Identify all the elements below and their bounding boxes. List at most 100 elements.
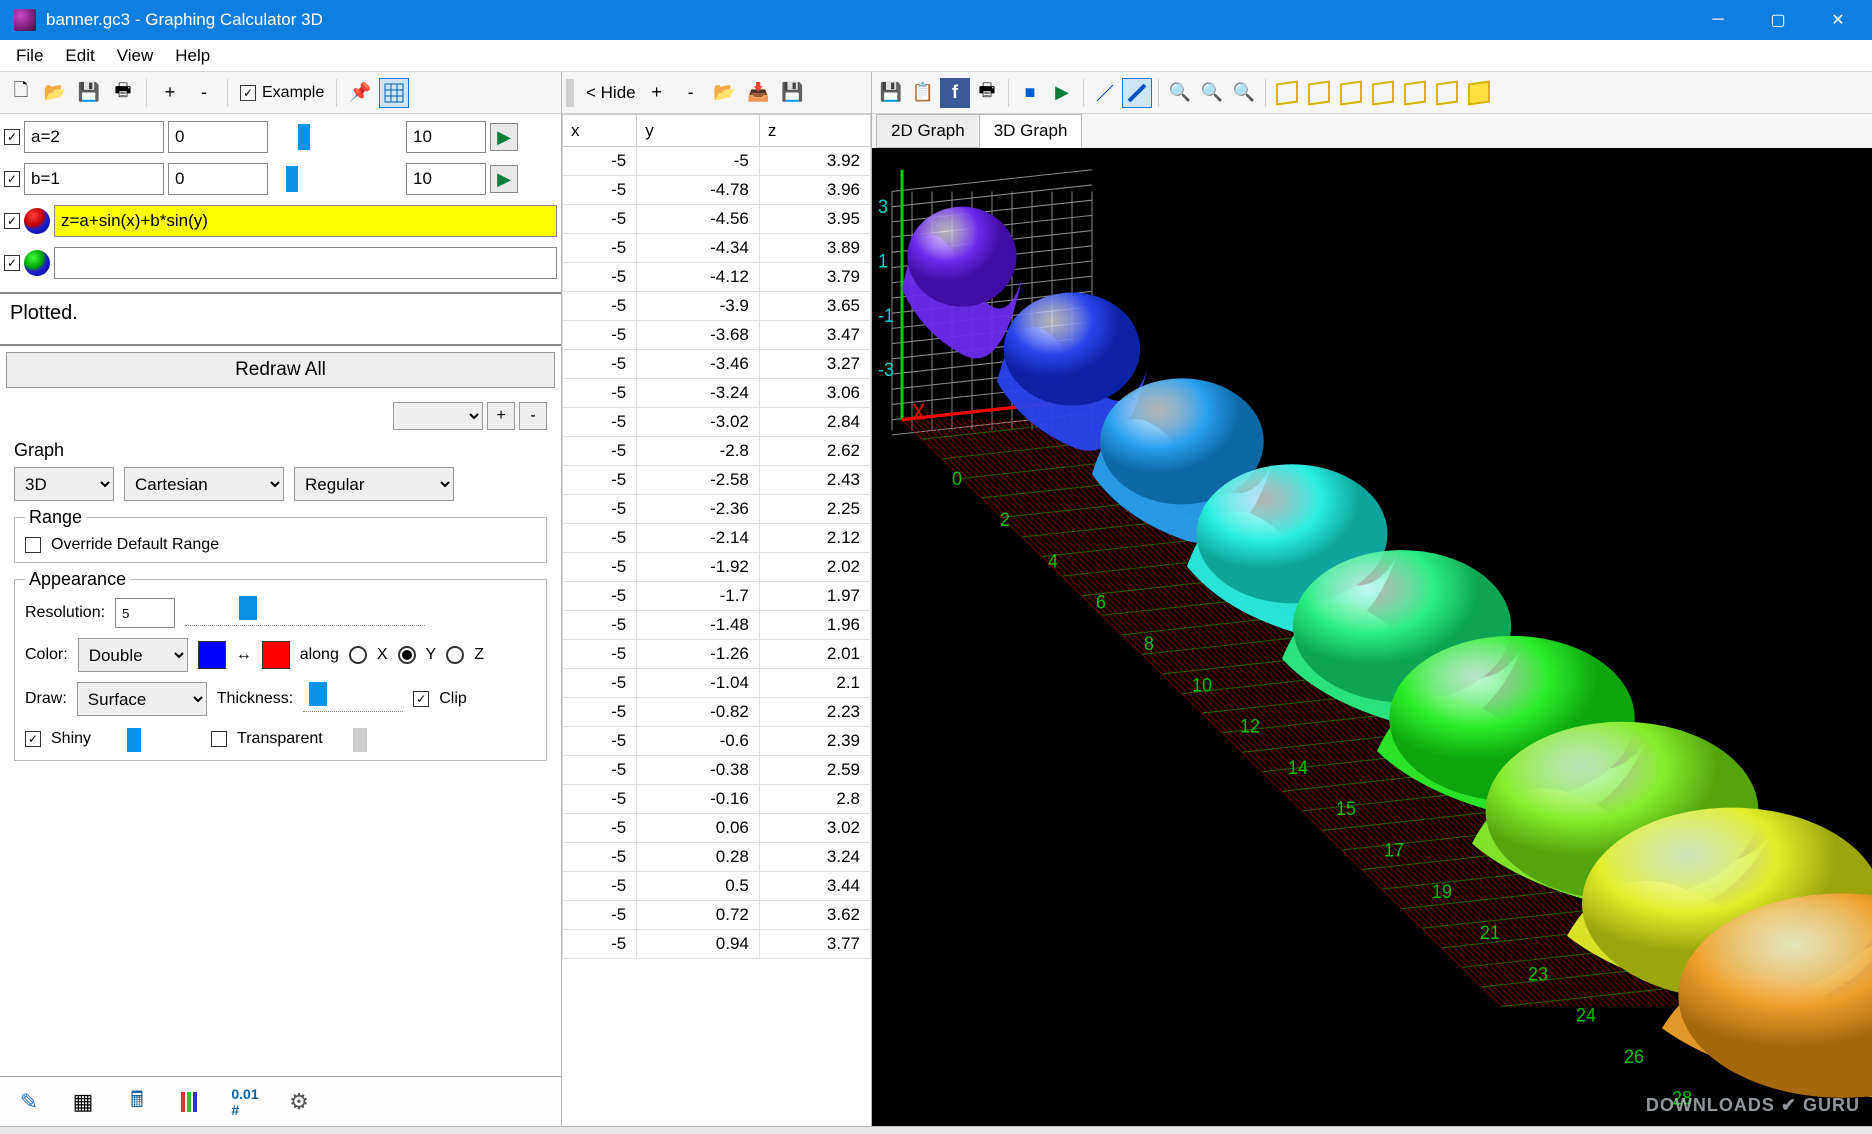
zoom-in-icon[interactable]: 🔍 <box>1197 78 1227 108</box>
view-cube-3-icon[interactable] <box>1336 78 1366 108</box>
view-cube-2-icon[interactable] <box>1304 78 1334 108</box>
equation-1-input[interactable] <box>54 205 557 237</box>
table-row[interactable]: -50.723.62 <box>563 901 871 930</box>
table-row[interactable]: -5-3.463.27 <box>563 350 871 379</box>
tab-3d[interactable]: 3D Graph <box>979 114 1083 148</box>
preset-remove-button[interactable]: - <box>519 402 547 430</box>
transparent-checkbox[interactable] <box>211 731 227 747</box>
table-row[interactable]: -5-4.343.89 <box>563 234 871 263</box>
preset-select[interactable] <box>393 402 483 430</box>
table-row[interactable]: -5-3.022.84 <box>563 408 871 437</box>
share-facebook-icon[interactable]: f <box>940 78 970 108</box>
preset-add-button[interactable]: + <box>487 402 515 430</box>
close-button[interactable]: ✕ <box>1808 1 1868 39</box>
redraw-all-button[interactable]: Redraw All <box>6 352 555 388</box>
print-view-icon[interactable]: 🖶 <box>972 78 1002 108</box>
print-icon[interactable]: 🖶 <box>108 78 138 108</box>
param-b-max[interactable] <box>406 163 486 195</box>
table-row[interactable]: -5-53.92 <box>563 147 871 176</box>
equation-1-color-icon[interactable] <box>24 208 50 234</box>
menu-view[interactable]: View <box>107 42 164 70</box>
calc-tool-icon[interactable]: 🖩 <box>122 1087 152 1117</box>
col-x[interactable]: x <box>563 115 637 147</box>
copy-image-icon[interactable]: 📋 <box>908 78 938 108</box>
table-row[interactable]: -5-1.71.97 <box>563 582 871 611</box>
table-row[interactable]: -5-0.62.39 <box>563 727 871 756</box>
tab-2d[interactable]: 2D Graph <box>876 114 980 148</box>
grid-icon[interactable] <box>379 78 409 108</box>
zoom-out-icon[interactable]: 🔍 <box>1229 78 1259 108</box>
data-table-wrap[interactable]: xyz -5-53.92-5-4.783.96-5-4.563.95-5-4.3… <box>562 114 871 1126</box>
col-z[interactable]: z <box>759 115 870 147</box>
play-icon[interactable]: ▶ <box>1047 78 1077 108</box>
line-thin-icon[interactable] <box>1090 78 1120 108</box>
view-cube-7-icon[interactable] <box>1464 78 1494 108</box>
clip-checkbox[interactable]: ✓ <box>413 691 429 707</box>
view-cube-5-icon[interactable] <box>1400 78 1430 108</box>
example-toggle[interactable]: ✓ Example <box>236 84 328 102</box>
palette-tool-icon[interactable] <box>176 1087 206 1117</box>
new-file-icon[interactable]: 🗋 <box>6 78 36 108</box>
table-row[interactable]: -5-0.822.23 <box>563 698 871 727</box>
view-cube-6-icon[interactable] <box>1432 78 1462 108</box>
drag-handle-icon[interactable] <box>566 79 574 107</box>
param-b-enable[interactable]: ✓ <box>4 171 20 187</box>
table-row[interactable]: -5-1.042.1 <box>563 669 871 698</box>
param-a-slider[interactable] <box>272 122 402 152</box>
line-thick-icon[interactable] <box>1122 78 1152 108</box>
along-y-radio[interactable] <box>398 646 416 664</box>
table-row[interactable]: -5-3.683.47 <box>563 321 871 350</box>
table-row[interactable]: -5-0.162.8 <box>563 785 871 814</box>
maximize-button[interactable]: ▢ <box>1748 1 1808 39</box>
save-file-icon[interactable]: 💾 <box>74 78 104 108</box>
save-image-icon[interactable]: 💾 <box>876 78 906 108</box>
table-row[interactable]: -50.063.02 <box>563 814 871 843</box>
param-b-name[interactable] <box>24 163 164 195</box>
table-row[interactable]: -5-1.262.01 <box>563 640 871 669</box>
transparent-slider[interactable] <box>333 726 413 752</box>
table-row[interactable]: -50.53.44 <box>563 872 871 901</box>
table-row[interactable]: -5-2.142.12 <box>563 524 871 553</box>
resolution-input[interactable] <box>115 598 175 628</box>
param-b-play-icon[interactable]: ▶ <box>490 165 518 193</box>
table-row[interactable]: -50.943.77 <box>563 930 871 959</box>
remove-equation-button[interactable]: - <box>189 78 219 108</box>
table-row[interactable]: -5-2.82.62 <box>563 437 871 466</box>
equation-1-enable[interactable]: ✓ <box>4 213 20 229</box>
settings-gear-icon[interactable]: ⚙ <box>284 1087 314 1117</box>
view-cube-4-icon[interactable] <box>1368 78 1398 108</box>
resolution-slider[interactable] <box>185 600 425 626</box>
menu-file[interactable]: File <box>6 42 53 70</box>
param-a-name[interactable] <box>24 121 164 153</box>
table-row[interactable]: -50.283.24 <box>563 843 871 872</box>
col-y[interactable]: y <box>637 115 760 147</box>
table-open-icon[interactable]: 📂 <box>710 78 740 108</box>
thickness-slider[interactable] <box>303 686 403 712</box>
table-add-button[interactable]: + <box>642 78 672 108</box>
table-import-icon[interactable]: 📥 <box>744 78 774 108</box>
param-a-max[interactable] <box>406 121 486 153</box>
table-save-icon[interactable]: 💾 <box>778 78 808 108</box>
minimize-button[interactable]: ─ <box>1688 1 1748 39</box>
shiny-slider[interactable] <box>101 726 181 752</box>
view-cube-1-icon[interactable] <box>1272 78 1302 108</box>
equation-2-input[interactable] <box>54 247 557 279</box>
param-b-slider[interactable] <box>272 164 402 194</box>
color-swatch-2[interactable] <box>262 641 290 669</box>
param-b-min[interactable] <box>168 163 268 195</box>
equation-2-enable[interactable]: ✓ <box>4 255 20 271</box>
open-file-icon[interactable]: 📂 <box>40 78 70 108</box>
menu-edit[interactable]: Edit <box>55 42 104 70</box>
zoom-fit-icon[interactable]: 🔍 <box>1165 78 1195 108</box>
param-a-enable[interactable]: ✓ <box>4 129 20 145</box>
table-row[interactable]: -5-4.783.96 <box>563 176 871 205</box>
table-remove-button[interactable]: - <box>676 78 706 108</box>
shiny-checkbox[interactable]: ✓ <box>25 731 41 747</box>
param-a-min[interactable] <box>168 121 268 153</box>
precision-tool-icon[interactable]: 0.01# <box>230 1087 260 1117</box>
draw-mode-select[interactable]: Surface <box>77 682 207 716</box>
table-row[interactable]: -5-4.563.95 <box>563 205 871 234</box>
3d-viewport[interactable]: X31-1-30246810121415171921232426283032 D… <box>872 148 1872 1126</box>
graph-system-select[interactable]: Cartesian <box>124 467 284 501</box>
pin-icon[interactable]: 📌 <box>345 78 375 108</box>
